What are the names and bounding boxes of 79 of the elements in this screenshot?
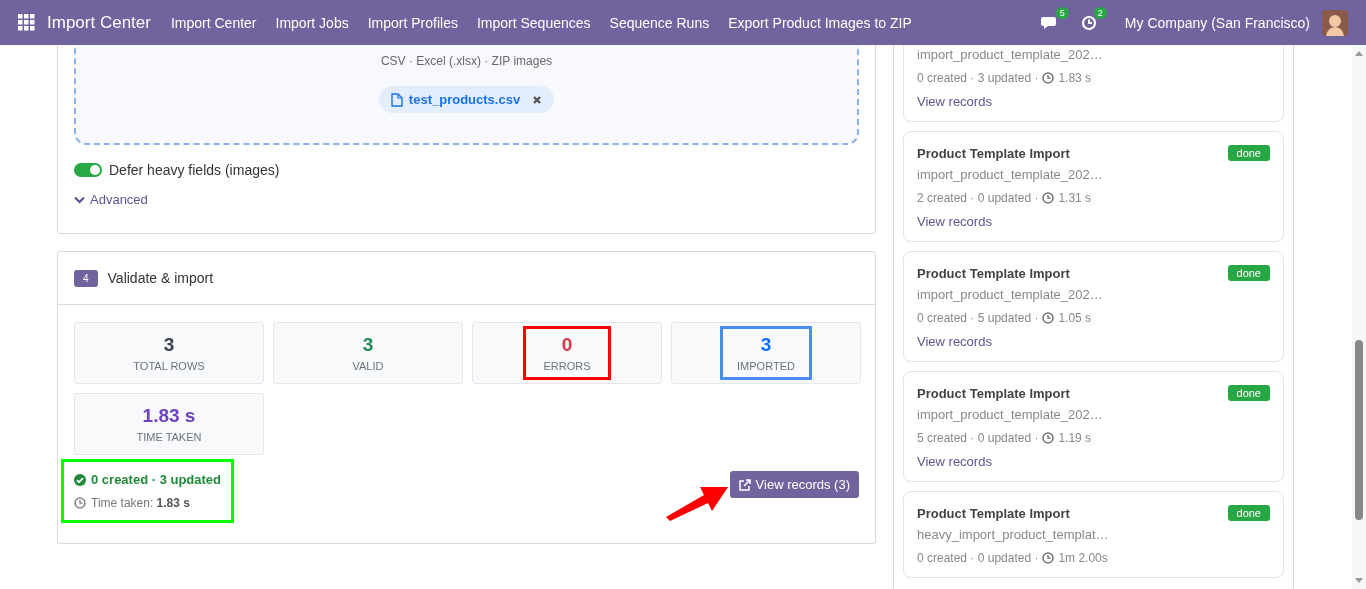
file-name: test_products.csv — [408, 92, 521, 107]
duration: 1.31 s — [1058, 191, 1092, 205]
menu-item[interactable]: Import Sequences — [476, 14, 591, 31]
clock-icon — [1042, 552, 1055, 564]
result-summary: 0 created · 3 updated — [91, 472, 222, 487]
company-switcher[interactable]: My Company (San Francisco) — [1124, 14, 1310, 31]
remove-icon[interactable] — [532, 94, 543, 105]
file-icon — [390, 92, 403, 107]
stat-label: TIME TAKEN — [136, 431, 202, 443]
status-badge: done — [1227, 265, 1270, 281]
clock-icon — [1042, 312, 1055, 324]
job-title: Product Template Import — [917, 145, 1070, 161]
status-badge: done — [1227, 385, 1270, 401]
apps-grid-icon[interactable] — [18, 14, 35, 31]
status-badge: done — [1227, 145, 1270, 161]
clock-icon — [1042, 192, 1055, 204]
drop-zone[interactable]: CSV · Excel (.xlsx) · ZIP images test_products.csv — [74, 45, 859, 145]
time-taken: Time taken: 1.83 s — [91, 496, 190, 510]
avatar-icon — [1322, 9, 1348, 36]
toggle-label: Defer heavy fields (images) — [109, 162, 280, 178]
menu-item[interactable]: Import Profiles — [367, 14, 458, 31]
file-name: import_product_template_202… — [917, 287, 1104, 302]
clock-icon — [1042, 432, 1055, 444]
file-types-hint: CSV · Excel (.xlsx) · ZIP images — [380, 54, 553, 68]
record-counts: 0 created · 3 updated · — [917, 71, 1039, 85]
app-title[interactable]: Import Center — [47, 12, 151, 33]
check-circle-icon — [74, 473, 86, 486]
duration: 1.83 s — [1058, 71, 1092, 85]
stat-label: IMPORTED — [737, 360, 795, 372]
duration: 1m 2.00s — [1058, 551, 1108, 565]
record-counts: 2 created · 0 updated · — [917, 191, 1039, 205]
count-badge: 5 — [1055, 6, 1069, 19]
view-records-link[interactable]: View records — [917, 214, 1270, 229]
job-title: Product Template Import — [917, 505, 1070, 521]
stat-value: 0 — [560, 334, 574, 356]
view-records-link[interactable]: View records — [917, 334, 1270, 349]
file-name: heavy_import_product_templat… — [917, 527, 1110, 542]
file-name: import_product_template_202… — [917, 407, 1104, 422]
stat-value: 3 — [162, 334, 176, 356]
scrollbar[interactable] — [1352, 45, 1366, 589]
record-counts: 0 created · 5 updated · — [917, 311, 1039, 325]
step-badge: 4 — [74, 269, 98, 287]
view-records-link[interactable]: View records — [917, 454, 1270, 469]
menu-item[interactable]: Import Jobs — [275, 14, 349, 31]
clock-icon — [1080, 14, 1097, 31]
stat-value: 1.83 s — [141, 405, 197, 427]
advanced-link[interactable]: Advanced — [90, 192, 148, 207]
count-badge: 2 — [1093, 6, 1107, 19]
history-card[interactable]: Product Template Import done heavy_import_product_templat… 0 created · 0 updated · 1m 2.00s — [903, 491, 1284, 578]
view-records-link[interactable]: View records — [917, 94, 1270, 109]
toggle-switch[interactable] — [74, 163, 102, 177]
menu-item[interactable]: Sequence Runs — [609, 14, 710, 31]
external-link-icon — [738, 478, 751, 491]
stat-value: 3 — [361, 334, 375, 356]
status-badge: done — [1227, 505, 1270, 521]
history-card[interactable]: import_product_template_202… 0 created · 3 updated · 1.83 s View records — [903, 45, 1284, 122]
duration: 1.19 s — [1058, 431, 1092, 445]
file-chip[interactable]: test_products.csv — [378, 86, 555, 113]
stat-value: 3 — [759, 334, 773, 356]
job-title: Product Template Import — [917, 385, 1070, 401]
stat-label: VALID — [351, 360, 385, 372]
menu-item[interactable]: Import Center — [170, 14, 257, 31]
chat-icon — [1040, 14, 1059, 31]
file-name: import_product_template_202… — [917, 167, 1104, 182]
clock-icon — [74, 497, 86, 509]
stat-label: ERRORS — [542, 360, 592, 372]
history-card[interactable]: Product Template Import done import_product_template_202… 2 created · 0 updated · 1.31 s View records — [903, 131, 1284, 242]
stat-label: TOTAL ROWS — [133, 360, 205, 372]
record-counts: 0 created · 0 updated · — [917, 551, 1039, 565]
record-counts: 5 created · 0 updated · — [917, 431, 1039, 445]
history-card[interactable]: Product Template Import done import_product_template_202… 0 created · 5 updated · 1.05 s View records — [903, 251, 1284, 362]
section-title: Validate & import — [107, 270, 214, 286]
history-card[interactable]: Product Template Import done import_product_template_202… 5 created · 0 updated · 1.19 s View records — [903, 371, 1284, 482]
job-title: Product Template Import — [917, 265, 1070, 281]
duration: 1.05 s — [1058, 311, 1092, 325]
view-records-button[interactable]: View records (3) — [729, 471, 859, 498]
file-name: import_product_template_202… — [917, 47, 1104, 62]
clock-icon — [1042, 72, 1055, 84]
menu-item[interactable]: Export Product Images to ZIP — [728, 14, 912, 31]
